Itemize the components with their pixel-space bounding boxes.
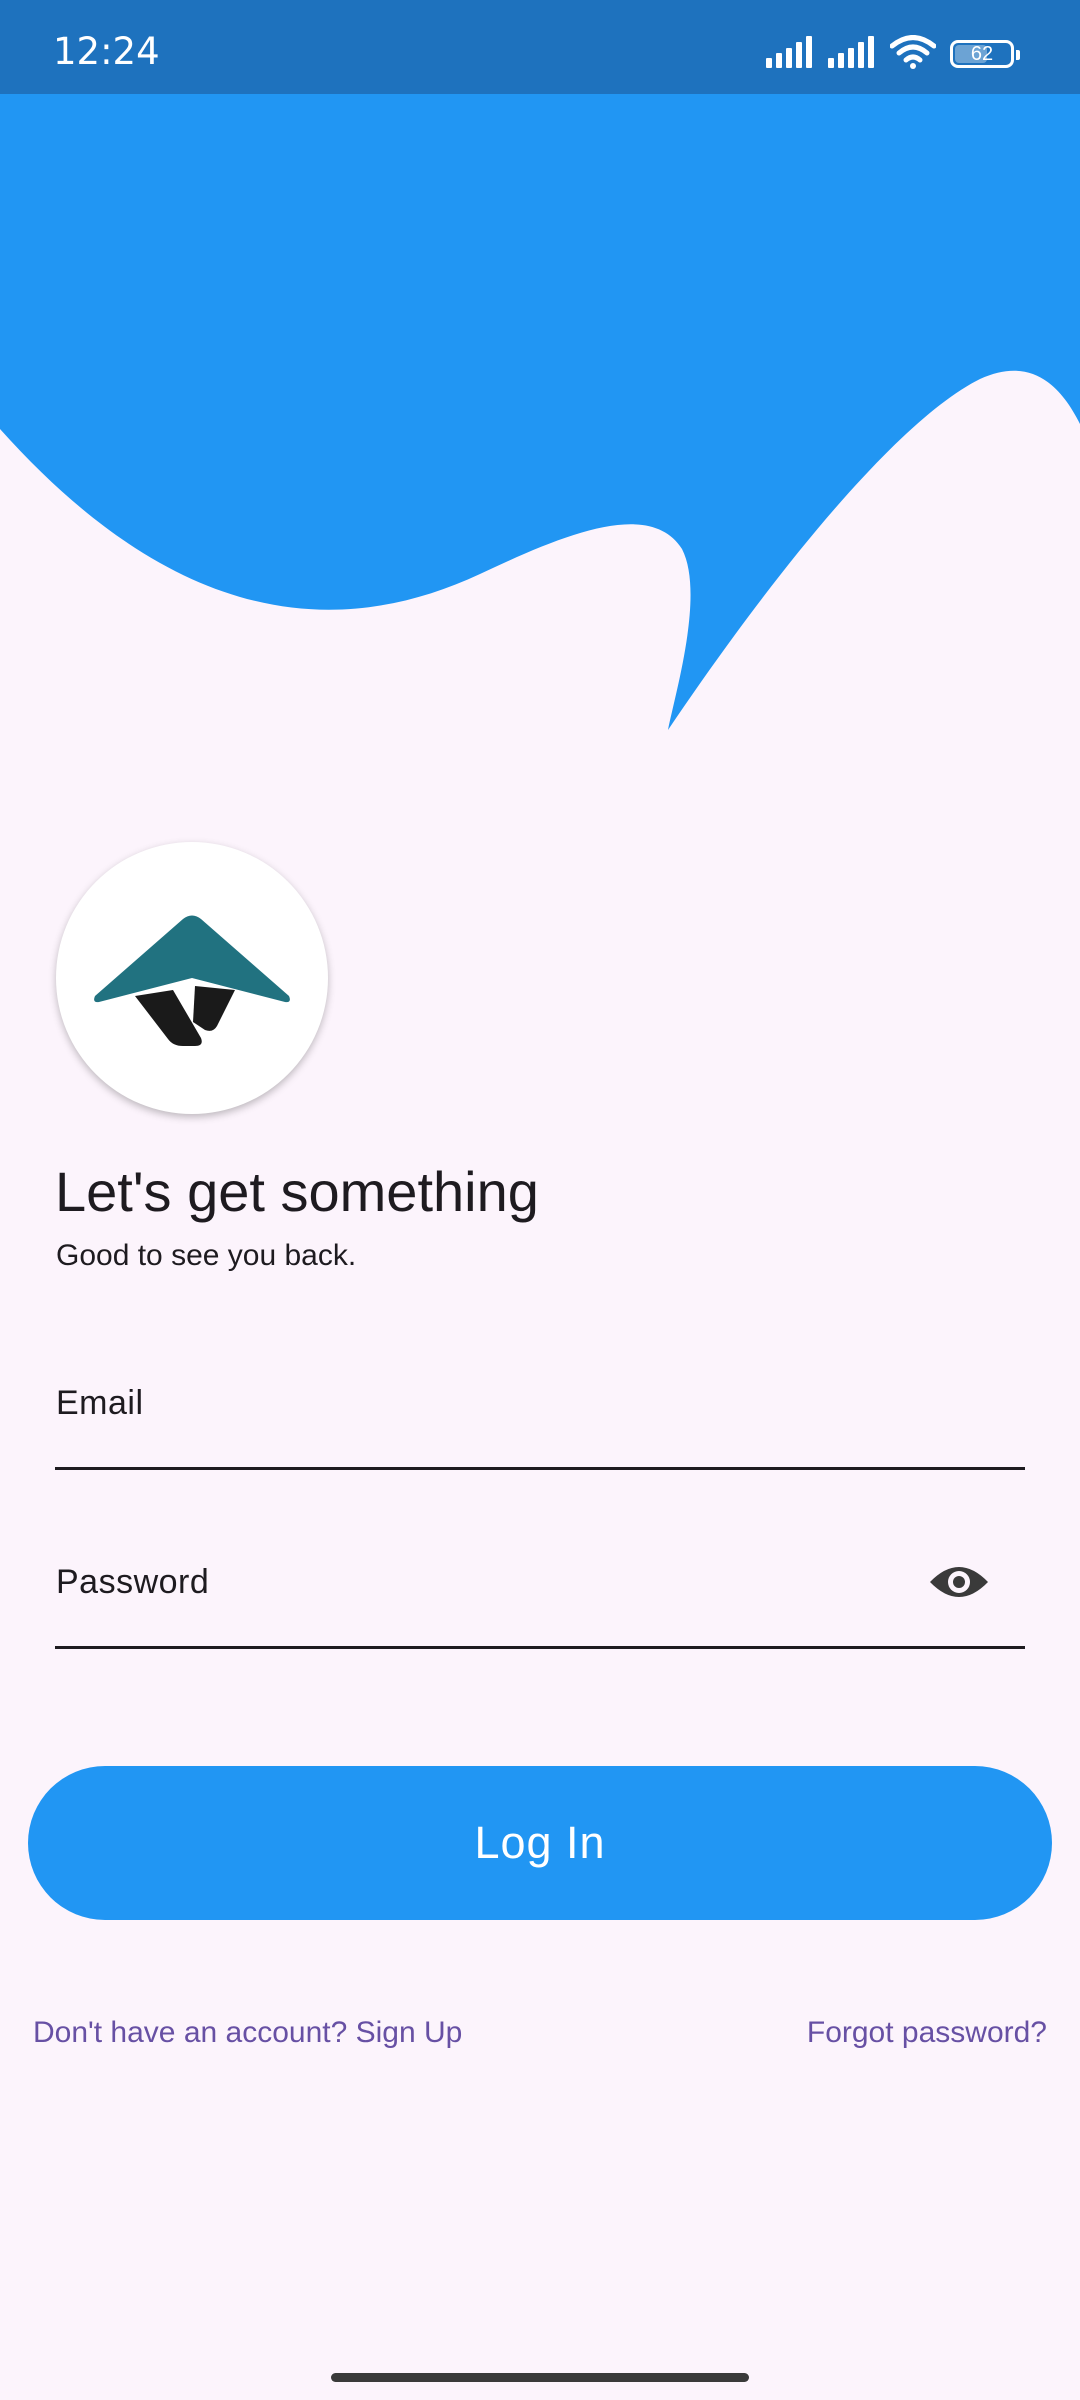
login-button[interactable]: Log In <box>28 1766 1052 1920</box>
status-bar: 12:24 62 <box>0 0 1080 94</box>
header-wave <box>0 94 1080 730</box>
wifi-icon <box>889 34 937 74</box>
forgot-password-link[interactable]: Forgot password? <box>807 2015 1047 2051</box>
eye-icon[interactable] <box>927 1557 991 1607</box>
battery-level: 62 <box>970 43 994 65</box>
app-logo <box>56 842 328 1114</box>
status-icons: 62 <box>766 32 1020 76</box>
signup-link[interactable]: Don't have an account? Sign Up <box>33 2015 462 2051</box>
password-label: Password <box>56 1563 210 1601</box>
status-time: 12:24 <box>53 30 160 73</box>
signal-icon <box>766 35 814 73</box>
home-indicator[interactable] <box>331 2373 749 2382</box>
page-subtitle: Good to see you back. <box>56 1239 357 1272</box>
email-field[interactable]: Email <box>55 1378 1025 1470</box>
password-field[interactable]: Password <box>55 1557 1025 1649</box>
page-title: Let's get something <box>55 1160 539 1223</box>
umbrella-logo-icon <box>87 906 297 1051</box>
battery-icon: 62 <box>950 40 1020 68</box>
email-label: Email <box>56 1384 144 1422</box>
signal-icon <box>828 35 876 73</box>
